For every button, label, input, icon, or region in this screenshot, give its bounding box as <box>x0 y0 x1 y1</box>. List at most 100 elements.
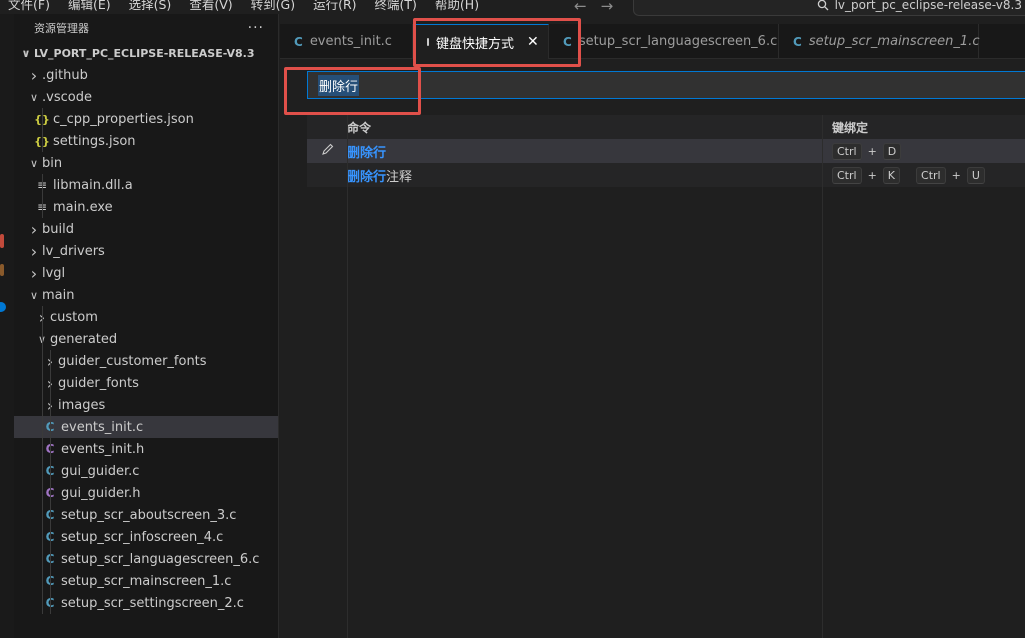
c-file-icon: C <box>793 34 802 49</box>
folder-item[interactable]: ∨generated <box>14 328 278 350</box>
file-item[interactable]: {}c_cpp_properties.json <box>14 108 278 130</box>
keybinding-cell: Ctrl + D <box>822 142 1025 160</box>
folder-item[interactable]: › .github <box>14 64 278 86</box>
menu-item[interactable]: 终端(T) <box>367 0 427 12</box>
indent-guide <box>50 394 51 416</box>
search-icon <box>817 0 829 11</box>
tree-item-label: setup_scr_languagescreen_6.c <box>61 551 260 567</box>
explorer-header: 资源管理器 ··· <box>14 14 278 42</box>
indent-guide <box>42 526 43 548</box>
tree-item-label: lvgl <box>42 265 66 281</box>
file-tree: ›.github∨.vscode{}c_cpp_properties.json{… <box>14 64 278 614</box>
folder-item[interactable]: ∨ main <box>14 284 278 306</box>
folder-item[interactable]: › lvgl <box>14 262 278 284</box>
folder-item[interactable]: ›images <box>14 394 278 416</box>
indent-guide <box>42 306 43 328</box>
indent-guide <box>42 196 43 218</box>
menu-item[interactable]: 编辑(E) <box>60 0 121 12</box>
chevron-down-icon: ∨ <box>29 288 39 302</box>
indent-guide <box>50 350 51 372</box>
editor-tab[interactable]: Csetup_scr_mainscreen_1.c <box>779 24 979 59</box>
folder-item[interactable]: ›guider_fonts <box>14 372 278 394</box>
key-cap: Ctrl <box>832 166 862 184</box>
keybinding-row[interactable]: 删除行 注释 Ctrl + K Ctrl + U <box>307 163 1025 187</box>
folder-item[interactable]: ›guider_customer_fonts <box>14 350 278 372</box>
tree-item-label: gui_guider.c <box>61 463 140 479</box>
file-item[interactable]: Csetup_scr_infoscreen_4.c <box>14 526 278 548</box>
command-center-text: lv_port_pc_eclipse-release-v8.3 <box>834 0 1022 12</box>
folder-item[interactable]: › lv_drivers <box>14 240 278 262</box>
back-arrow-icon[interactable]: ← <box>574 0 587 15</box>
tree-item-label: images <box>58 397 106 413</box>
file-item[interactable]: Csetup_scr_mainscreen_1.c <box>14 570 278 592</box>
indent-guide <box>42 438 43 460</box>
keybindings-search-input[interactable]: 删除行 <box>307 71 1025 99</box>
chevron-right-icon: › <box>30 65 38 85</box>
chevron-right-icon: › <box>30 241 38 261</box>
command-match-text: 删除行 <box>347 169 387 185</box>
command-rest-text: 注释 <box>386 169 413 185</box>
forward-arrow-icon[interactable]: → <box>601 0 614 15</box>
plus-sign: + <box>867 168 877 182</box>
file-item[interactable]: {}settings.json <box>14 130 278 152</box>
menu-item[interactable]: 选择(S) <box>121 0 182 12</box>
chevron-down-icon: ∨ <box>29 90 39 104</box>
command-cell: 删除行 注释 <box>347 166 822 185</box>
command-center-search[interactable]: lv_port_pc_eclipse-release-v8.3 <box>633 0 1025 16</box>
file-item[interactable]: Csetup_scr_languagescreen_6.c <box>14 548 278 570</box>
edit-pencil-icon[interactable] <box>321 143 334 160</box>
editor-tab[interactable]: Cevents_init.c <box>280 24 413 59</box>
explorer-title: 资源管理器 <box>34 22 89 35</box>
indent-guide <box>50 592 51 614</box>
indent-guide <box>42 174 43 196</box>
file-item[interactable]: ≡main.exe <box>14 196 278 218</box>
folder-item[interactable]: ∨ .vscode <box>14 86 278 108</box>
file-item[interactable]: Csetup_scr_aboutscreen_3.c <box>14 504 278 526</box>
file-item[interactable]: Cevents_init.c <box>14 416 278 438</box>
indent-guide <box>50 504 51 526</box>
menu-item[interactable]: 文件(F) <box>0 0 60 12</box>
indent-guide <box>50 416 51 438</box>
editor-tab-bar: Cevents_init.c 键盘快捷方式 ✕ Csetup_scr_language… <box>280 24 1025 59</box>
editor-tab[interactable]: 键盘快捷方式 ✕ <box>413 24 549 59</box>
tree-item-label: .vscode <box>42 89 92 105</box>
search-value: 删除行 <box>318 74 360 96</box>
tree-item-label: setup_scr_settingscreen_2.c <box>61 595 244 611</box>
project-root[interactable]: ∨ LV_PORT_PC_ECLIPSE-RELEASE-V8.3 <box>14 42 278 64</box>
menu-item[interactable]: 运行(R) <box>305 0 366 12</box>
indent-guide <box>42 570 43 592</box>
key-cap: Ctrl <box>916 166 946 184</box>
keybinding-column-header: 键绑定 <box>832 120 869 135</box>
folder-item[interactable]: › build <box>14 218 278 240</box>
folder-item[interactable]: ›custom <box>14 306 278 328</box>
indent-guide <box>50 482 51 504</box>
folder-item[interactable]: ∨ bin <box>14 152 278 174</box>
project-name: LV_PORT_PC_ECLIPSE-RELEASE-V8.3 <box>34 46 255 60</box>
file-item[interactable]: ≡libmain.dll.a <box>14 174 278 196</box>
tab-label: 键盘快捷方式 <box>436 36 515 52</box>
file-item[interactable]: Cgui_guider.c <box>14 460 278 482</box>
command-cell: 删除行 <box>347 142 822 161</box>
close-icon[interactable]: ✕ <box>527 34 539 50</box>
indent-guide <box>42 394 43 416</box>
plus-sign: + <box>951 168 961 182</box>
tree-item-label: custom <box>50 309 98 325</box>
file-item[interactable]: Cgui_guider.h <box>14 482 278 504</box>
menu-item[interactable]: 查看(V) <box>181 0 242 12</box>
indent-guide <box>50 460 51 482</box>
editor-tab[interactable]: Csetup_scr_languagescreen_6.c <box>549 24 779 59</box>
tree-item-label: main <box>42 287 75 303</box>
menu-item[interactable]: 帮助(H) <box>427 0 489 12</box>
key-cap: Ctrl <box>832 142 862 160</box>
indent-guide <box>42 416 43 438</box>
file-item[interactable]: Csetup_scr_settingscreen_2.c <box>14 592 278 614</box>
activity-marker <box>0 234 4 248</box>
more-actions-icon[interactable]: ··· <box>248 20 264 36</box>
chevron-right-icon: › <box>30 219 38 239</box>
keybinding-row[interactable]: 删除行 Ctrl + D <box>307 139 1025 163</box>
indent-guide <box>42 328 43 350</box>
tree-item-label: setup_scr_aboutscreen_3.c <box>61 507 237 523</box>
menu-item[interactable]: 转到(G) <box>243 0 305 12</box>
column-divider <box>822 115 823 638</box>
file-item[interactable]: Cevents_init.h <box>14 438 278 460</box>
